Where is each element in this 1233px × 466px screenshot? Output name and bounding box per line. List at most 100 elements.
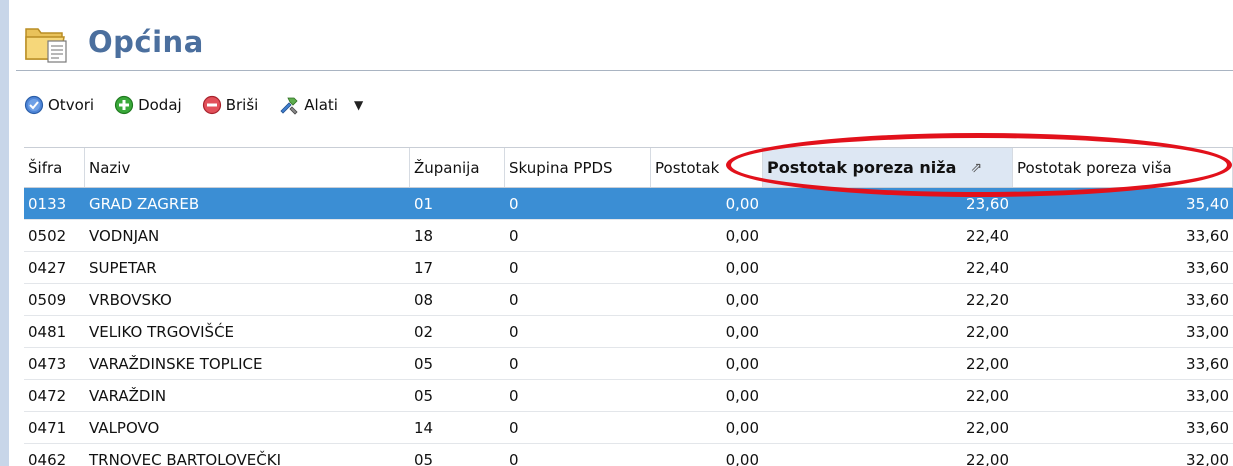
cell-sifra: 0509 xyxy=(28,290,67,309)
header-divider xyxy=(16,70,1233,71)
cell-skupina: 0 xyxy=(509,418,519,437)
cell-postotak: 0,00 xyxy=(725,258,759,277)
cell-visa: 33,60 xyxy=(1186,354,1229,373)
cell-sifra: 0472 xyxy=(28,386,67,405)
cell-niza: 22,40 xyxy=(966,258,1009,277)
column-header-skupina[interactable]: Skupina PPDS xyxy=(505,148,651,187)
delete-button[interactable]: Briši xyxy=(202,95,259,115)
cell-sifra: 0471 xyxy=(28,418,67,437)
cell-naziv: SUPETAR xyxy=(89,258,157,277)
add-button[interactable]: Dodaj xyxy=(114,95,182,115)
cell-zupanija: 05 xyxy=(414,354,434,373)
page-header: Općina xyxy=(24,14,204,70)
cell-postotak: 0,00 xyxy=(725,450,759,466)
cell-visa: 33,60 xyxy=(1186,418,1229,437)
minus-circle-icon xyxy=(202,95,221,115)
cell-zupanija: 17 xyxy=(414,258,434,277)
cell-zupanija: 08 xyxy=(414,290,434,309)
cell-zupanija: 18 xyxy=(414,226,434,245)
plus-circle-icon xyxy=(114,95,134,115)
cell-postotak: 0,00 xyxy=(725,226,759,245)
cell-naziv: VARAŽDINSKE TOPLICE xyxy=(89,354,263,373)
cell-zupanija: 05 xyxy=(414,386,434,405)
cell-naziv: VRBOVSKO xyxy=(89,290,172,309)
check-circle-icon xyxy=(24,95,44,115)
column-header-sifra[interactable]: Šifra xyxy=(24,148,85,187)
cell-postotak: 0,00 xyxy=(725,386,759,405)
cell-naziv: TRNOVEC BARTOLOVEČKI xyxy=(89,450,282,466)
page-title: Općina xyxy=(88,25,204,59)
cell-skupina: 0 xyxy=(509,258,519,277)
cell-postotak: 0,00 xyxy=(725,322,759,341)
cell-niza: 22,00 xyxy=(966,354,1009,373)
column-header-postotak-visa[interactable]: Postotak poreza viša xyxy=(1013,148,1233,187)
cell-sifra: 0462 xyxy=(28,450,67,466)
cell-zupanija: 05 xyxy=(414,450,434,466)
table-row[interactable]: 0133 GRAD ZAGREB 01 0 0,00 23,60 35,40 xyxy=(24,188,1233,220)
cell-niza: 22,40 xyxy=(966,226,1009,245)
cell-naziv: GRAD ZAGREB xyxy=(89,194,200,213)
cell-niza: 22,00 xyxy=(966,386,1009,405)
cell-niza: 22,20 xyxy=(966,290,1009,309)
open-button[interactable]: Otvori xyxy=(24,95,94,115)
tools-button[interactable]: Alati xyxy=(278,95,338,115)
tools-button-label: Alati xyxy=(304,96,338,114)
data-grid: Šifra Naziv Županija Skupina PPDS Postot… xyxy=(24,147,1233,466)
cell-visa: 33,60 xyxy=(1186,226,1229,245)
grid-header: Šifra Naziv Županija Skupina PPDS Postot… xyxy=(24,147,1233,188)
cell-postotak: 0,00 xyxy=(725,194,759,213)
add-button-label: Dodaj xyxy=(138,96,182,114)
cell-skupina: 0 xyxy=(509,290,519,309)
cell-sifra: 0133 xyxy=(28,194,67,213)
cell-zupanija: 14 xyxy=(414,418,434,437)
open-button-label: Otvori xyxy=(48,96,95,114)
cell-skupina: 0 xyxy=(509,322,519,341)
cell-postotak: 0,00 xyxy=(725,354,759,373)
folder-document-icon xyxy=(24,21,70,63)
cell-niza: 22,00 xyxy=(966,322,1009,341)
cell-naziv: VODNJAN xyxy=(89,226,160,245)
grid-body: 0133 GRAD ZAGREB 01 0 0,00 23,60 35,40 0502 VODN… xyxy=(24,188,1233,466)
cell-skupina: 0 xyxy=(509,194,519,213)
column-header-postotak-niza[interactable]: Postotak poreza niža ⇗ xyxy=(763,148,1013,187)
cell-skupina: 0 xyxy=(509,354,519,373)
cell-naziv: VALPOVO xyxy=(89,418,160,437)
toolbar: Otvori Dodaj Briši Alati ▼ xyxy=(24,90,363,120)
cell-visa: 32,00 xyxy=(1186,450,1229,466)
column-header-postotak-niza-label: Postotak poreza niža xyxy=(767,158,957,177)
cell-visa: 33,60 xyxy=(1186,290,1229,309)
cell-naziv: VARAŽDIN xyxy=(89,386,167,405)
cell-visa: 33,00 xyxy=(1186,322,1229,341)
window: Općina Otvori Dodaj Briši Alati ▼ Šifra … xyxy=(0,0,1233,466)
cell-niza: 22,00 xyxy=(966,418,1009,437)
cell-sifra: 0502 xyxy=(28,226,67,245)
column-header-zupanija[interactable]: Županija xyxy=(410,148,505,187)
cell-visa: 33,60 xyxy=(1186,258,1229,277)
cell-sifra: 0427 xyxy=(28,258,67,277)
cell-zupanija: 01 xyxy=(414,194,434,213)
table-row[interactable]: 0471 VALPOVO 14 0 0,00 22,00 33,60 xyxy=(24,412,1233,444)
left-border xyxy=(0,0,9,466)
table-row[interactable]: 0502 VODNJAN 18 0 0,00 22,40 33,60 xyxy=(24,220,1233,252)
table-row[interactable]: 0427 SUPETAR 17 0 0,00 22,40 33,60 xyxy=(24,252,1233,284)
cell-visa: 35,40 xyxy=(1186,194,1229,213)
cell-postotak: 0,00 xyxy=(725,290,759,309)
cell-niza: 22,00 xyxy=(966,450,1009,466)
cell-skupina: 0 xyxy=(509,226,519,245)
cell-visa: 33,00 xyxy=(1186,386,1229,405)
delete-button-label: Briši xyxy=(225,96,259,114)
table-row[interactable]: 0472 VARAŽDIN 05 0 0,00 22,00 33,00 xyxy=(24,380,1233,412)
cell-skupina: 0 xyxy=(509,450,519,466)
table-row[interactable]: 0462 TRNOVEC BARTOLOVEČKI 05 0 0,00 22,00 32,0… xyxy=(24,444,1233,466)
cell-sifra: 0473 xyxy=(28,354,67,373)
table-row[interactable]: 0509 VRBOVSKO 08 0 0,00 22,20 33,60 xyxy=(24,284,1233,316)
cell-zupanija: 02 xyxy=(414,322,434,341)
tools-icon xyxy=(280,97,298,115)
cell-naziv: VELIKO TRGOVIŠĆE xyxy=(89,322,235,341)
column-header-postotak[interactable]: Postotak xyxy=(651,148,763,187)
table-row[interactable]: 0473 VARAŽDINSKE TOPLICE 05 0 0,00 22,00 33,60 xyxy=(24,348,1233,380)
table-row[interactable]: 0481 VELIKO TRGOVIŠĆE 02 0 0,00 22,00 33,00 xyxy=(24,316,1233,348)
cell-skupina: 0 xyxy=(509,386,519,405)
toolbar-dropdown-arrow[interactable]: ▼ xyxy=(354,98,363,112)
column-header-naziv[interactable]: Naziv xyxy=(85,148,410,187)
